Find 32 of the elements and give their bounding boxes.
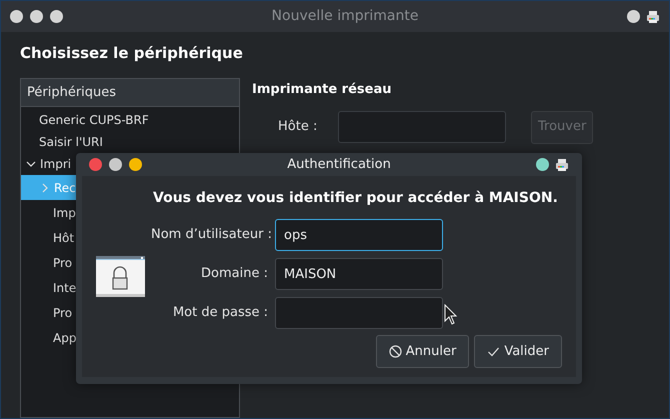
printer-icon — [646, 10, 660, 24]
field-label: Mot de passe : — [172, 304, 269, 322]
cancel-button[interactable]: Annuler — [376, 335, 470, 368]
cancel-icon — [388, 345, 402, 358]
pin-button[interactable] — [627, 10, 640, 23]
input-field[interactable]: MAISON — [275, 258, 443, 290]
pin-button[interactable] — [536, 158, 549, 171]
dialog-message: Vous devez vous identifier pour accéder à MAISON. — [153, 189, 559, 208]
tree-item[interactable]: Saisir l'URI — [21, 131, 239, 153]
field-label: Domaine : — [200, 265, 269, 284]
input-field[interactable]: ops — [275, 219, 443, 251]
list-header: Périphériques — [21, 79, 239, 107]
minimize-button[interactable] — [109, 158, 122, 171]
printer-icon — [555, 158, 569, 172]
lock-window-icon — [96, 256, 145, 296]
tree-item[interactable]: Generic CUPS-BRF — [21, 109, 239, 131]
window-title: Nouvelle imprimante — [270, 7, 420, 26]
host-field[interactable] — [338, 111, 506, 143]
page-heading: Choisissez le périphérique — [20, 43, 244, 64]
minimize-button[interactable] — [30, 10, 43, 23]
tree-item[interactable]: Impri — [21, 153, 239, 175]
close-button[interactable] — [10, 10, 23, 23]
confirm-button[interactable]: Valider — [474, 335, 562, 368]
maximize-button[interactable] — [129, 158, 142, 171]
mouse-cursor-icon — [444, 304, 458, 326]
section-title: Imprimante réseau — [252, 81, 392, 99]
host-label: Hôte : — [277, 118, 318, 136]
dialog-title: Authentification — [286, 156, 392, 174]
input-field[interactable] — [275, 297, 443, 329]
check-icon — [487, 345, 500, 358]
maximize-button[interactable] — [50, 10, 63, 23]
field-label: Nom d’utilisateur : — [151, 226, 273, 244]
